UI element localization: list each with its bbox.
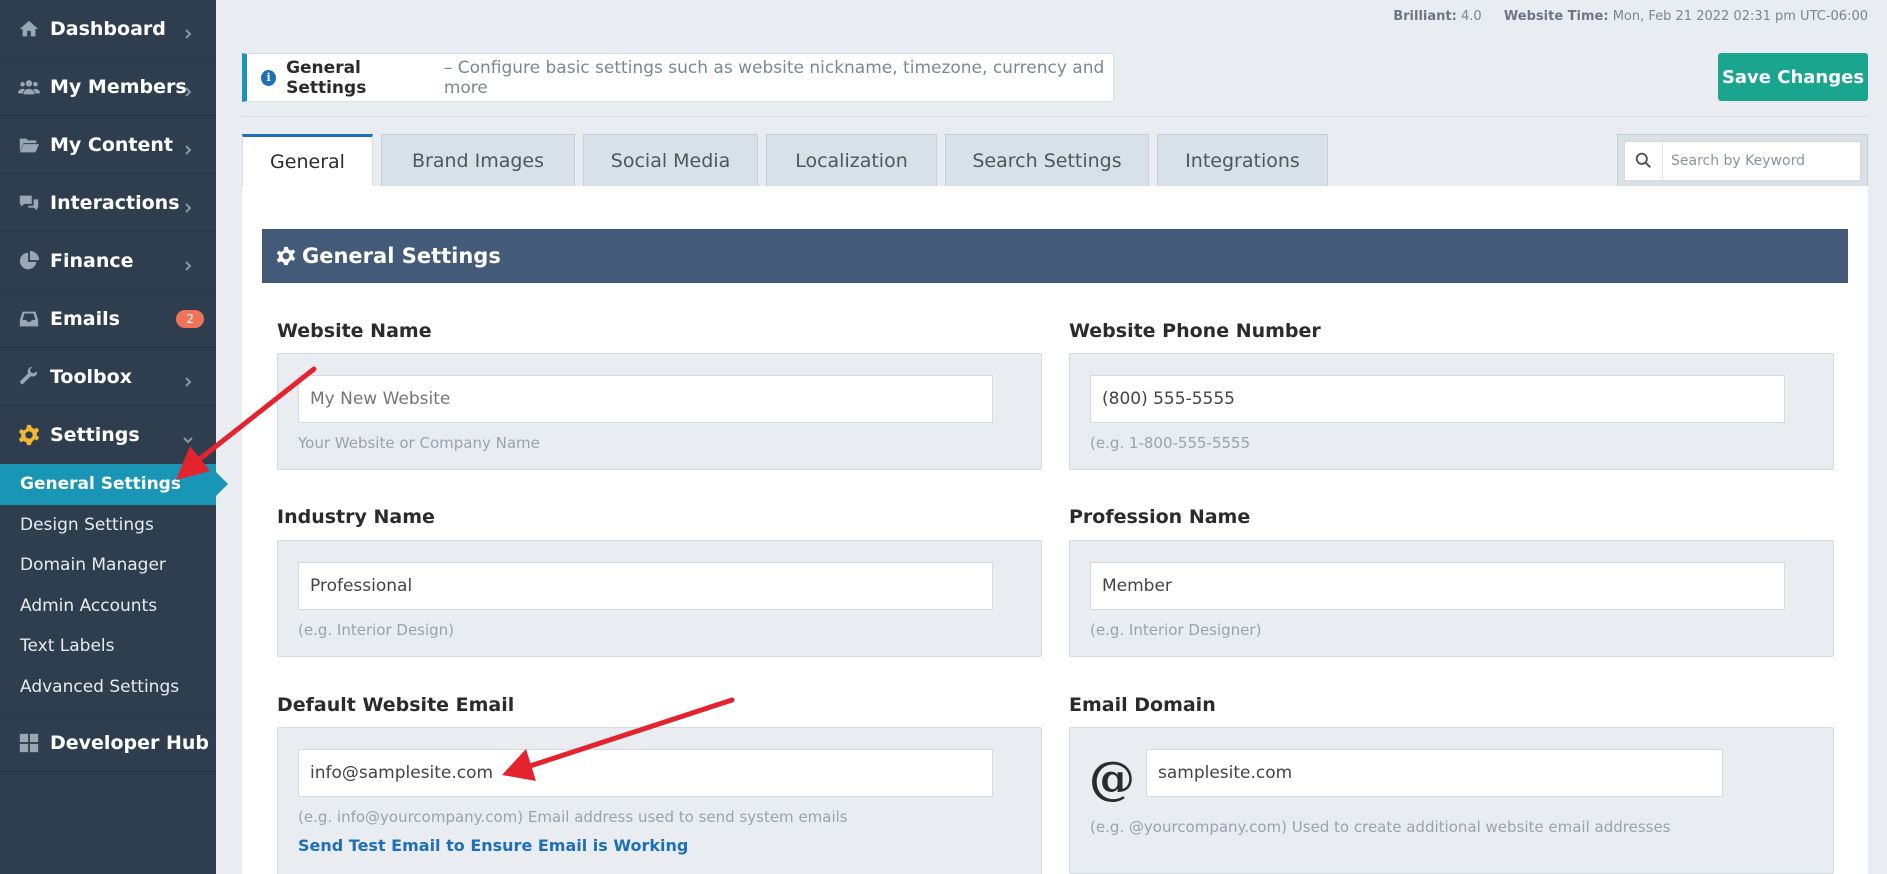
save-changes-button[interactable]: Save Changes (1718, 53, 1868, 101)
default-email-hint: (e.g. info@yourcompany.com) Email addres… (298, 808, 848, 826)
search-icon (1625, 141, 1663, 180)
sidebar-item-label: Toolbox (50, 365, 132, 388)
pie-chart-icon (16, 248, 42, 274)
divider (242, 116, 1868, 117)
sidebar-item-label: Developer Hub (50, 731, 209, 754)
chevron-right-icon (182, 81, 194, 97)
chevron-right-icon (182, 255, 194, 271)
default-email-input[interactable] (298, 749, 993, 797)
email-domain-hint: (e.g. @yourcompany.com) Used to create a… (1090, 818, 1671, 836)
website-name-input[interactable] (298, 375, 993, 423)
profession-name-input[interactable] (1090, 562, 1785, 610)
tab-search-settings[interactable]: Search Settings (945, 134, 1149, 187)
settings-tabs: General Brand Images Social Media Locali… (242, 134, 1336, 187)
sidebar-item-toolbox[interactable]: Toolbox (0, 348, 216, 406)
sidebar-item-dashboard[interactable]: Dashboard (0, 0, 216, 58)
wrench-icon (16, 364, 42, 390)
tab-integrations[interactable]: Integrations (1157, 134, 1328, 187)
sidebar-item-label: Interactions (50, 191, 180, 214)
sidebar-item-finance[interactable]: Finance (0, 232, 216, 290)
profession-name-hint: (e.g. Interior Designer) (1090, 621, 1262, 639)
sidebar-item-label: Settings (50, 424, 140, 446)
sidebar-item-my-content[interactable]: My Content (0, 116, 216, 174)
sidebar-item-interactions[interactable]: Interactions (0, 174, 216, 232)
tab-localization[interactable]: Localization (766, 134, 937, 187)
home-icon (16, 16, 42, 42)
chevron-right-icon (182, 139, 194, 155)
settings-panel: General Settings Website Name Your Websi… (242, 186, 1868, 874)
page-info-banner: i General Settings – Configure basic set… (242, 53, 1114, 102)
sidebar-subitem-general-settings[interactable]: General Settings (0, 464, 216, 505)
info-icon: i (261, 69, 277, 86)
section-title: General Settings (302, 244, 501, 268)
sidebar-subitem-admin-accounts[interactable]: Admin Accounts (0, 586, 216, 627)
chevron-right-icon (182, 197, 194, 213)
comments-icon (16, 190, 42, 216)
section-header: General Settings (262, 229, 1848, 283)
sidebar-item-settings[interactable]: Settings (0, 406, 216, 464)
sidebar-item-my-members[interactable]: My Members (0, 58, 216, 116)
default-email-label: Default Website Email (277, 694, 515, 716)
version-value: 4.0 (1460, 9, 1482, 24)
tab-social-media[interactable]: Social Media (583, 134, 758, 187)
top-status-bar: Brilliant: 4.0 Website Time: Mon, Feb 21… (1393, 9, 1868, 24)
sidebar-item-label: Finance (50, 249, 134, 272)
sidebar: Dashboard My Members My Content Interact… (0, 0, 216, 874)
chevron-down-icon (182, 429, 194, 444)
website-phone-label: Website Phone Number (1069, 320, 1321, 342)
sidebar-item-label: My Members (50, 75, 187, 98)
search-box (1624, 140, 1861, 181)
sidebar-subitem-advanced-settings[interactable]: Advanced Settings (0, 667, 216, 708)
keyword-search (1617, 134, 1868, 187)
website-phone-input[interactable] (1090, 375, 1785, 423)
profession-name-label: Profession Name (1069, 506, 1251, 528)
industry-name-hint: (e.g. Interior Design) (298, 621, 455, 639)
website-phone-hint: (e.g. 1-800-555-5555 (1090, 434, 1251, 452)
website-time-label: Website Time: (1503, 9, 1609, 24)
sidebar-item-developer-hub[interactable]: Developer Hub (0, 714, 216, 772)
website-name-hint: Your Website or Company Name (298, 434, 540, 452)
sidebar-item-label: Emails (50, 307, 120, 330)
page-description: – Configure basic settings such as websi… (443, 57, 1105, 98)
version-label: Brilliant: (1393, 9, 1457, 24)
grid-icon (16, 730, 42, 756)
send-test-email-link[interactable]: Send Test Email to Ensure Email is Worki… (298, 836, 688, 855)
sidebar-subitem-text-labels[interactable]: Text Labels (0, 626, 216, 667)
sidebar-item-emails[interactable]: Emails 2 (0, 290, 216, 348)
sidebar-item-label: My Content (50, 133, 174, 156)
at-sign-icon: @ (1089, 751, 1135, 805)
emails-count-badge: 2 (176, 309, 204, 328)
industry-name-input[interactable] (298, 562, 993, 610)
sidebar-subitem-design-settings[interactable]: Design Settings (0, 505, 216, 546)
tab-general[interactable]: General (242, 134, 373, 187)
folder-open-icon (16, 132, 42, 158)
industry-name-label: Industry Name (277, 506, 435, 528)
settings-submenu: General Settings Design Settings Domain … (0, 464, 216, 714)
users-icon (16, 74, 42, 100)
chevron-right-icon (182, 23, 194, 39)
website-time-value: Mon, Feb 21 2022 02:31 pm UTC-06:00 (1612, 9, 1868, 24)
sidebar-subitem-domain-manager[interactable]: Domain Manager (0, 545, 216, 586)
search-input[interactable] (1663, 152, 1843, 169)
gear-icon (276, 246, 296, 266)
page-title: General Settings (286, 57, 367, 98)
chevron-right-icon (182, 371, 194, 387)
email-domain-label: Email Domain (1069, 694, 1216, 716)
inbox-icon (16, 306, 42, 332)
tab-brand-images[interactable]: Brand Images (381, 134, 575, 187)
website-name-label: Website Name (277, 320, 432, 342)
gear-icon (16, 422, 42, 448)
email-domain-input[interactable] (1146, 749, 1723, 797)
sidebar-item-label: Dashboard (50, 17, 166, 40)
